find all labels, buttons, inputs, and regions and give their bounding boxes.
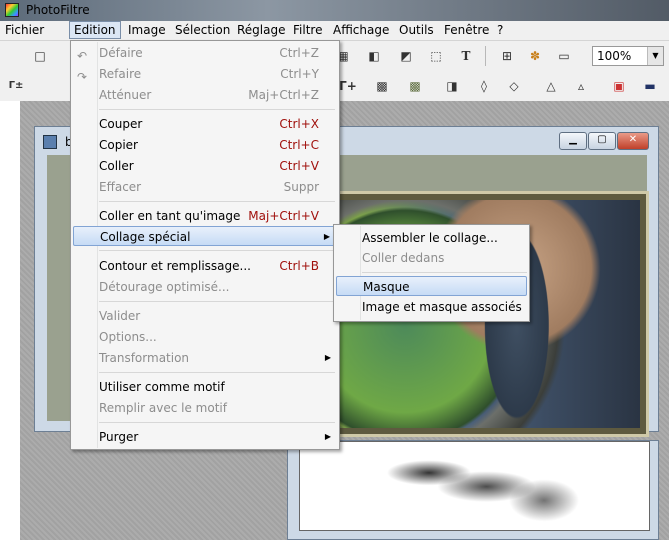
menu-separator — [99, 301, 335, 302]
color-balance-icon[interactable]: ▣ — [609, 76, 629, 96]
menu-separator — [362, 272, 527, 273]
texture-filter-icon[interactable]: ▩ — [405, 76, 425, 96]
menu-image[interactable]: Image — [124, 22, 170, 38]
text-tool-icon[interactable]: T — [456, 46, 476, 66]
collage-special-submenu: Assembler le collage... Coller dedans Ma… — [333, 224, 530, 322]
menu-item-couper[interactable]: Couper Ctrl+X — [73, 114, 337, 134]
maximize-button[interactable]: ▢ — [588, 132, 616, 150]
contrast-icon[interactable]: ◨ — [442, 76, 462, 96]
submenu-arrow-icon: ▶ — [324, 353, 331, 362]
new-file-icon[interactable]: □ — [30, 46, 50, 66]
menu-item-utiliser-motif[interactable]: Utiliser comme motif — [73, 377, 337, 397]
submenu-item-masque[interactable]: Masque — [336, 276, 527, 296]
document-icon — [43, 135, 57, 149]
menu-affichage[interactable]: Affichage — [329, 22, 393, 38]
submenu-item-coller-dedans[interactable]: Coller dedans — [336, 248, 527, 268]
menu-edition[interactable]: Edition — [69, 21, 121, 39]
app-title: PhotoFiltre — [26, 3, 90, 17]
menu-outils[interactable]: Outils — [395, 22, 438, 38]
menu-item-refaire[interactable]: ↷ Refaire Ctrl+Y — [73, 64, 337, 84]
menu-fenetre[interactable]: Fenêtre — [440, 22, 493, 38]
menu-item-defaire[interactable]: ↶ Défaire Ctrl+Z — [73, 43, 337, 63]
window-icon[interactable]: ▭ — [554, 46, 574, 66]
menu-item-contour[interactable]: Contour et remplissage... Ctrl+B — [73, 256, 337, 276]
menu-selection[interactable]: Sélection — [171, 22, 234, 38]
menu-fichier[interactable]: Fichier — [1, 22, 48, 38]
edition-menu: ↶ Défaire Ctrl+Z ↷ Refaire Ctrl+Y Atténu… — [70, 40, 340, 450]
menu-item-valider[interactable]: Valider — [73, 306, 337, 326]
drop-icon[interactable]: ◊ — [474, 76, 494, 96]
zoom-value: 100% — [597, 49, 632, 63]
grid-filter-icon[interactable]: ▩ — [372, 76, 392, 96]
minimize-button[interactable]: ▁ — [559, 132, 587, 150]
redo-icon: ↷ — [77, 70, 88, 84]
mask-canvas[interactable] — [299, 436, 650, 531]
menu-item-remplir-motif[interactable]: Remplir avec le motif — [73, 398, 337, 418]
menu-separator — [99, 372, 335, 373]
selection-icon[interactable]: ⬚ — [426, 46, 446, 66]
menu-item-effacer[interactable]: Effacer Suppr — [73, 177, 337, 197]
menu-filtre[interactable]: Filtre — [289, 22, 326, 38]
explorer-icon[interactable]: ⊞ — [497, 46, 517, 66]
gamma-plus-icon[interactable]: Γ+ — [338, 76, 358, 96]
toolbar-separator — [485, 46, 486, 66]
menu-item-coller-image[interactable]: Coller en tant qu'image Maj+Ctrl+V — [73, 206, 337, 226]
submenu-item-image-masque[interactable]: Image et masque associés — [336, 297, 527, 317]
sharpen-more-icon[interactable]: ▵ — [571, 76, 591, 96]
color-swap-icon[interactable]: ▬ — [640, 76, 660, 96]
submenu-arrow-icon: ▶ — [323, 232, 330, 241]
submenu-item-assembler[interactable]: Assembler le collage... — [336, 228, 527, 248]
menu-item-detourage[interactable]: Détourage optimisé... — [73, 277, 337, 297]
menu-item-transformation[interactable]: Transformation ▶ — [73, 348, 337, 368]
undo-icon: ↶ — [77, 49, 88, 63]
smoke-mask-image — [360, 436, 590, 528]
auto-levels-icon[interactable]: Γ± — [6, 76, 26, 96]
menu-item-copier[interactable]: Copier Ctrl+C — [73, 135, 337, 155]
menu-help[interactable]: ? — [493, 22, 507, 38]
submenu-arrow-icon: ▶ — [324, 432, 331, 441]
menu-item-attenuer[interactable]: Atténuer Maj+Ctrl+Z — [73, 85, 337, 105]
menu-reglage[interactable]: Réglage — [233, 22, 290, 38]
mask-document-window[interactable] — [287, 436, 659, 540]
crop-icon[interactable]: ◩ — [396, 46, 416, 66]
menu-item-purger[interactable]: Purger ▶ — [73, 427, 337, 447]
close-button[interactable]: ✕ — [617, 132, 649, 150]
title-bar: PhotoFiltre — [0, 0, 669, 21]
menu-item-coller[interactable]: Coller Ctrl+V — [73, 156, 337, 176]
zoom-select[interactable]: 100% ▼ — [592, 46, 664, 66]
menu-separator — [99, 422, 335, 423]
menu-item-collage-special[interactable]: Collage spécial ▶ — [73, 226, 337, 246]
menu-bar: Fichier Edition Image Sélection Réglage … — [0, 21, 669, 41]
menu-separator — [99, 201, 335, 202]
menu-separator — [99, 109, 335, 110]
tools-panel — [0, 101, 20, 540]
menu-separator — [99, 250, 335, 251]
sharpen-icon[interactable]: △ — [541, 76, 561, 96]
drop-outline-icon[interactable]: ◇ — [504, 76, 524, 96]
plugin-icon[interactable]: ✽ — [525, 46, 545, 66]
app-logo-icon — [5, 3, 19, 17]
menu-item-options[interactable]: Options... — [73, 327, 337, 347]
chevron-down-icon[interactable]: ▼ — [647, 47, 663, 65]
paste-image-icon[interactable]: ◧ — [364, 46, 384, 66]
